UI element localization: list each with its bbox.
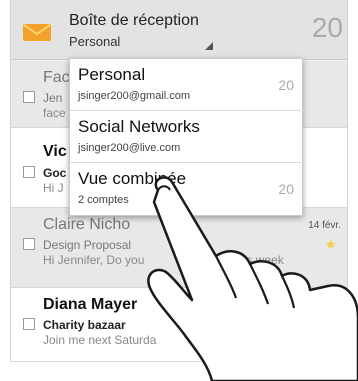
message-snippet: Join me next Saturda [43,333,157,347]
message-sender: Claire Nicho [43,216,131,233]
message-sender: Diana Mayer [43,296,138,313]
account-name: Vue combinée [78,169,187,188]
list-item[interactable]: Diana Mayer Charity bazaar Join me next … [11,288,347,362]
account-count: 20 [278,77,294,93]
message-snippet: face [43,106,66,120]
message-sender: Vic [43,143,67,160]
list-item[interactable]: Claire Nicho Design Proposal Hi Jennifer… [11,208,347,288]
account-name: Personal [78,65,146,84]
account-item-personal[interactable]: Personal jsinger200@gmail.com 20 [70,59,304,111]
inbox-title[interactable]: Boîte de réception [69,12,199,30]
select-checkbox[interactable] [23,91,35,103]
select-checkbox[interactable] [23,318,35,330]
account-item-social-networks[interactable]: Social Networks jsinger200@live.com [70,111,304,163]
account-name: Social Networks [78,117,200,136]
message-sender: Fac [43,69,70,86]
message-subject: Goc [43,166,67,180]
account-selector[interactable]: Personal [69,34,120,49]
account-detail: 2 comptes [78,194,129,206]
mail-envelope-icon[interactable] [23,22,51,42]
dropdown-caret-icon[interactable] [205,42,213,50]
account-count: 20 [278,181,294,197]
select-checkbox[interactable] [23,238,35,250]
message-date: 14 févr. [308,220,341,231]
account-email: jsinger200@live.com [78,142,181,154]
star-icon[interactable]: ★ [324,236,337,253]
gmail-screen: Boîte de réception Personal 20 Fac Jen f… [10,0,348,362]
account-item-combined-view[interactable]: Vue combinée 2 comptes 20 [70,163,304,215]
message-subject: Design Proposal [43,238,132,252]
select-checkbox[interactable] [23,166,35,178]
account-menu: Personal jsinger200@gmail.com 20 Social … [69,58,304,216]
message-snippet: Hi Jennifer, Do you time this week [43,253,284,267]
message-subject: Jen [43,91,63,105]
message-subject: Charity bazaar [43,318,126,332]
unread-count: 20 [311,12,343,43]
account-email: jsinger200@gmail.com [78,90,191,102]
action-bar: Boîte de réception Personal 20 [11,0,347,60]
message-snippet: Hi J [43,181,64,195]
